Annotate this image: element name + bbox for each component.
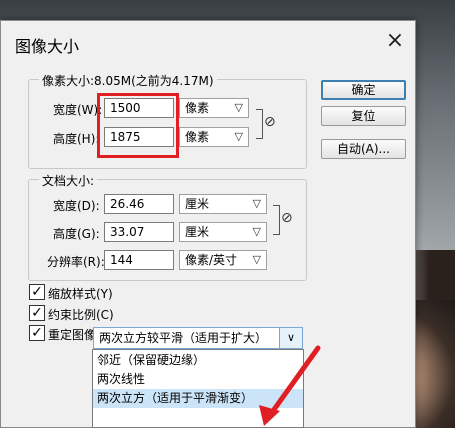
annotation-arrow	[259, 345, 321, 426]
